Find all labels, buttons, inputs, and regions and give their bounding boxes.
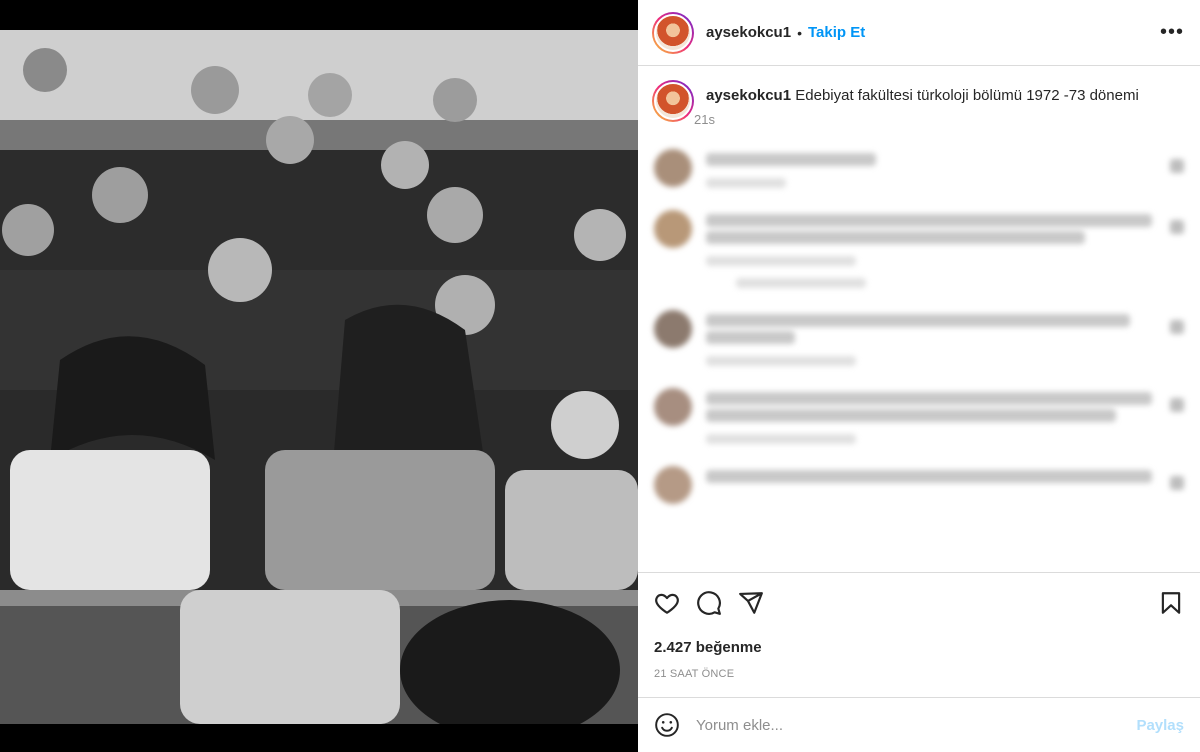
comment-avatar [654, 149, 692, 187]
caption: aysekokcu1 Edebiyat fakültesi türkoloji … [652, 80, 1184, 127]
post-comment-button[interactable]: Paylaş [1136, 717, 1184, 734]
blurred-comment [652, 466, 1184, 504]
bookmark-icon[interactable] [1158, 590, 1184, 616]
caption-avatar[interactable] [652, 80, 694, 122]
comment-body [706, 310, 1152, 366]
caption-text: Edebiyat fakültesi türkoloji bölümü 1972… [795, 87, 1139, 104]
post-photo[interactable] [0, 30, 638, 724]
blurred-comment [652, 388, 1184, 444]
emoji-icon[interactable] [654, 712, 680, 738]
comment-avatar [654, 310, 692, 348]
comment-body [706, 466, 1152, 504]
comment-body [706, 388, 1152, 444]
blurred-comment [652, 210, 1184, 288]
caption-text-line: aysekokcu1 Edebiyat fakültesi türkoloji … [706, 86, 1139, 106]
post-actions: 2.427 beğenme 21 SAAT ÖNCE [638, 572, 1200, 680]
likes-count[interactable]: 2.427 beğenme [654, 639, 1184, 656]
post-side-panel: aysekokcu1 • Takip Et ••• aysekokcu1 Ede… [638, 0, 1200, 752]
username-link[interactable]: aysekokcu1 [706, 24, 791, 41]
comment-like-icon [1170, 220, 1184, 234]
blurred-comment [652, 310, 1184, 366]
comment-avatar [654, 210, 692, 248]
post-time[interactable]: 21 SAAT ÖNCE [654, 668, 1184, 680]
comment-like-icon [1170, 320, 1184, 334]
avatar-image [654, 13, 692, 52]
comment-avatar [654, 466, 692, 504]
photo-illustration [0, 30, 638, 724]
comment-like-icon [1170, 398, 1184, 412]
post-header: aysekokcu1 • Takip Et ••• [638, 0, 1200, 66]
separator-dot: • [797, 24, 802, 41]
caption-time[interactable]: 21s [694, 112, 1139, 127]
caption-body: aysekokcu1 Edebiyat fakültesi türkoloji … [694, 80, 1139, 127]
add-comment-bar: Paylaş [638, 697, 1200, 752]
action-icons [654, 587, 1184, 619]
caption-avatar-image [654, 82, 692, 120]
comment-body [706, 149, 1152, 188]
comment-avatar [654, 388, 692, 426]
heart-icon[interactable] [654, 590, 680, 616]
avatar[interactable] [652, 11, 694, 54]
share-icon[interactable] [738, 590, 764, 616]
comment-like-icon [1170, 159, 1184, 173]
instagram-post-modal: aysekokcu1 • Takip Et ••• aysekokcu1 Ede… [0, 0, 1200, 752]
post-media [0, 0, 638, 752]
comment-body [706, 210, 1152, 288]
more-icon[interactable]: ••• [1160, 21, 1184, 44]
comment-icon[interactable] [696, 590, 722, 616]
comment-like-icon [1170, 476, 1184, 490]
blurred-comment [652, 149, 1184, 188]
comment-input[interactable] [696, 716, 1137, 734]
caption-username[interactable]: aysekokcu1 [706, 87, 791, 104]
comments-section[interactable]: aysekokcu1 Edebiyat fakültesi türkoloji … [638, 66, 1200, 571]
follow-button[interactable]: Takip Et [808, 24, 865, 41]
